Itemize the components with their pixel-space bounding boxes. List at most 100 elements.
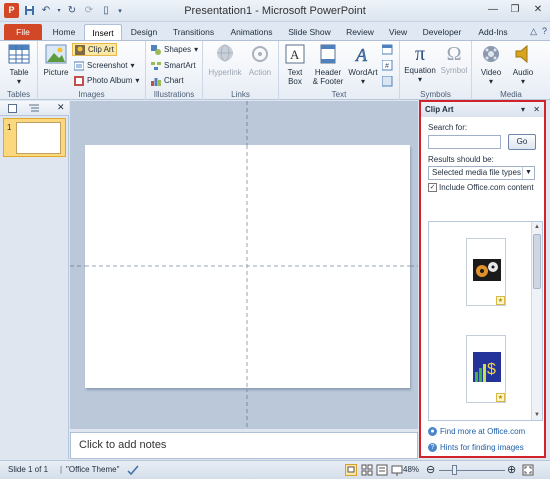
- tab-transitions[interactable]: Transitions: [166, 24, 221, 41]
- help-icon[interactable]: ?: [542, 26, 547, 37]
- slide-editing-area[interactable]: [70, 101, 418, 429]
- clip-art-icon: [75, 44, 85, 55]
- zoom-in-icon[interactable]: ⊕: [507, 463, 516, 476]
- tab-design[interactable]: Design: [124, 24, 164, 41]
- media-type-select[interactable]: Selected media file types ▼: [428, 166, 535, 180]
- chart-button[interactable]: Chart: [151, 74, 184, 87]
- outline-tab-icon[interactable]: [29, 104, 39, 113]
- zoom-slider-thumb[interactable]: [452, 465, 457, 475]
- action-button[interactable]: Action: [245, 44, 275, 77]
- header-footer-button[interactable]: Header & Footer: [310, 44, 346, 86]
- scroll-down-icon[interactable]: ▼: [532, 410, 542, 420]
- close-pane-icon[interactable]: ✕: [57, 102, 65, 113]
- hyperlink-label: Hyperlink: [208, 68, 242, 77]
- fit-to-window-icon[interactable]: [522, 464, 534, 476]
- table-label: Table: [9, 68, 29, 77]
- pane-controls: ▾ ✕: [521, 102, 540, 117]
- status-separator: |: [60, 465, 63, 474]
- photo-album-button[interactable]: Photo Album ▾: [74, 74, 139, 87]
- search-input[interactable]: [428, 135, 501, 149]
- tab-bar-icons: △ ?: [530, 26, 547, 37]
- smartart-button[interactable]: SmartArt: [151, 59, 196, 72]
- normal-view-icon[interactable]: [345, 464, 357, 476]
- table-button[interactable]: Table ▾: [3, 44, 35, 86]
- spell-check-icon[interactable]: [127, 464, 139, 476]
- slide-thumbnail[interactable]: [16, 122, 61, 154]
- date-time-icon[interactable]: [382, 44, 393, 55]
- zoom-level[interactable]: 48%: [403, 465, 419, 474]
- reading-view-icon[interactable]: [376, 464, 388, 476]
- slides-pane: ✕ 1: [0, 101, 69, 459]
- include-office-checkbox-row[interactable]: ✓ Include Office.com content: [428, 183, 534, 192]
- notes-pane[interactable]: Click to add notes: [70, 432, 418, 459]
- picture-button[interactable]: Picture: [41, 44, 71, 77]
- equation-button[interactable]: π Equation ▾: [402, 44, 438, 84]
- tab-add-ins[interactable]: Add-Ins: [472, 24, 514, 41]
- audio-button[interactable]: Audio ▾: [508, 44, 538, 86]
- pane-options-icon[interactable]: ▾: [521, 105, 525, 114]
- text-box-button[interactable]: A Text Box: [282, 44, 308, 86]
- tab-review[interactable]: Review: [340, 24, 380, 41]
- symbol-button[interactable]: Ω Symbol: [438, 44, 470, 75]
- group-images: Picture Clip Art Screenshot ▾ Photo Albu…: [38, 41, 146, 100]
- tab-file[interactable]: File: [4, 24, 42, 41]
- tab-developer[interactable]: Developer: [416, 24, 468, 41]
- scroll-thumb[interactable]: [533, 234, 541, 289]
- text-box-icon: A: [285, 44, 305, 64]
- video-button[interactable]: Video ▾: [476, 44, 506, 86]
- group-label-images: Images: [78, 90, 105, 99]
- clip-art-button[interactable]: Clip Art: [72, 43, 117, 56]
- hints-link[interactable]: ? Hints for finding images: [428, 443, 524, 452]
- chart-label: Chart: [164, 76, 184, 85]
- find-more-link[interactable]: ● Find more at Office.com: [428, 427, 525, 436]
- tab-home[interactable]: Home: [46, 24, 82, 41]
- slides-tab-icon[interactable]: [8, 104, 17, 113]
- go-button[interactable]: Go: [508, 134, 536, 150]
- screenshot-button[interactable]: Screenshot ▾: [74, 59, 134, 72]
- chevron-down-icon: ▼: [522, 167, 534, 179]
- group-label-symbols: Symbols: [420, 90, 451, 99]
- shapes-button[interactable]: Shapes ▾: [151, 43, 198, 56]
- group-label-links: Links: [231, 90, 250, 99]
- zoom-out-icon[interactable]: ⊖: [426, 463, 435, 476]
- photo-album-label: Photo Album: [87, 76, 133, 85]
- shapes-dropdown-icon: ▾: [194, 45, 199, 54]
- audio-icon: [515, 44, 528, 64]
- text-small-buttons: #: [382, 44, 393, 87]
- slide-number-icon[interactable]: #: [382, 60, 393, 71]
- media-type-value: Selected media file types: [432, 168, 521, 177]
- wordart-button[interactable]: A WordArt ▾: [347, 44, 379, 86]
- clip-result-2[interactable]: $ ★: [466, 335, 506, 403]
- group-text: A Text Box Header & Footer A WordArt ▾ #…: [279, 41, 400, 100]
- clip-art-pane-title: Clip Art: [425, 105, 454, 114]
- picture-icon: [45, 44, 67, 64]
- restore-icon[interactable]: ❐: [504, 0, 526, 18]
- close-icon[interactable]: ✕: [526, 0, 550, 18]
- clip-image-finance: $: [473, 352, 501, 382]
- slide-show-icon[interactable]: [391, 464, 403, 476]
- clip-results-list[interactable]: ★ $ ★ ▲ ▼: [428, 221, 543, 421]
- wordart-label: WordArt: [348, 68, 378, 77]
- results-scrollbar[interactable]: ▲ ▼: [531, 222, 542, 420]
- wordart-dropdown-icon: ▾: [360, 77, 365, 86]
- title-bar: P ↶ ▾ ↻ ⟳ ▯ ▾ Presentation1 - Microsoft …: [0, 0, 550, 22]
- zoom-slider[interactable]: [439, 470, 505, 471]
- tab-insert[interactable]: Insert: [84, 24, 122, 41]
- object-icon[interactable]: [382, 76, 393, 87]
- hints-label: Hints for finding images: [440, 443, 524, 452]
- slide-sorter-icon[interactable]: [361, 464, 373, 476]
- minimize-ribbon-icon[interactable]: △: [530, 26, 537, 37]
- pane-close-icon[interactable]: ✕: [533, 105, 540, 114]
- tab-slide-show[interactable]: Slide Show: [282, 24, 337, 41]
- group-symbols: π Equation ▾ Ω Symbol Symbols: [400, 41, 472, 100]
- scroll-up-icon[interactable]: ▲: [532, 222, 542, 232]
- hyperlink-button[interactable]: Hyperlink: [206, 44, 244, 77]
- header-footer-icon: [320, 44, 336, 64]
- tab-view[interactable]: View: [382, 24, 414, 41]
- clip-result-1[interactable]: ★: [466, 238, 506, 306]
- theme-name[interactable]: "Office Theme": [66, 465, 119, 474]
- premium-star-icon: ★: [496, 393, 505, 402]
- minimize-icon[interactable]: —: [482, 0, 504, 18]
- tab-animations[interactable]: Animations: [224, 24, 279, 41]
- include-office-checkbox[interactable]: ✓: [428, 183, 437, 192]
